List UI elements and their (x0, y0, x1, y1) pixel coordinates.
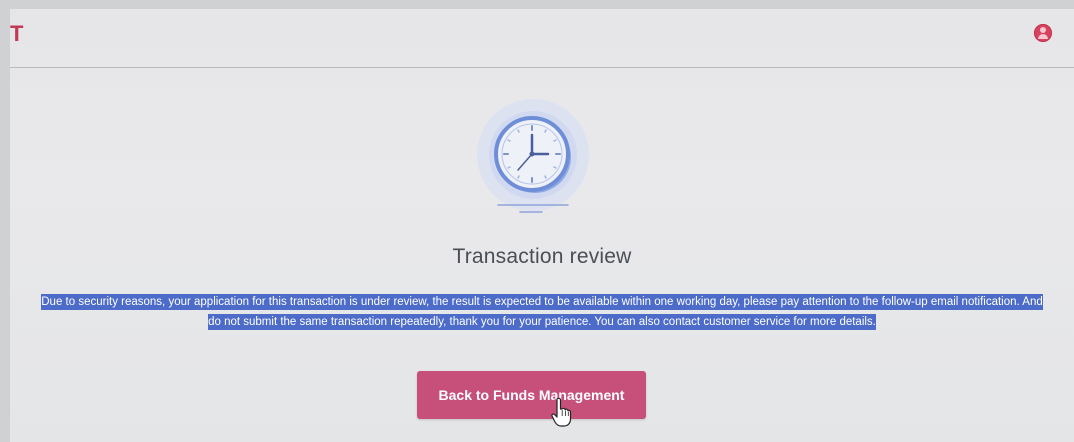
user-icon[interactable] (1034, 24, 1052, 42)
app-window: T Transaction review Due to security rea… (10, 9, 1074, 442)
hand-cursor-icon (551, 397, 572, 427)
page-title: Transaction review (452, 245, 632, 268)
brand-logo[interactable]: T (10, 21, 24, 47)
back-to-funds-management-button[interactable]: Back to Funds Management (417, 371, 646, 419)
top-bar: T (10, 9, 1074, 68)
review-message: Due to security reasons, your applicatio… (36, 292, 1048, 332)
review-message-text: Due to security reasons, your applicatio… (41, 294, 1043, 330)
clock-icon (468, 95, 598, 225)
